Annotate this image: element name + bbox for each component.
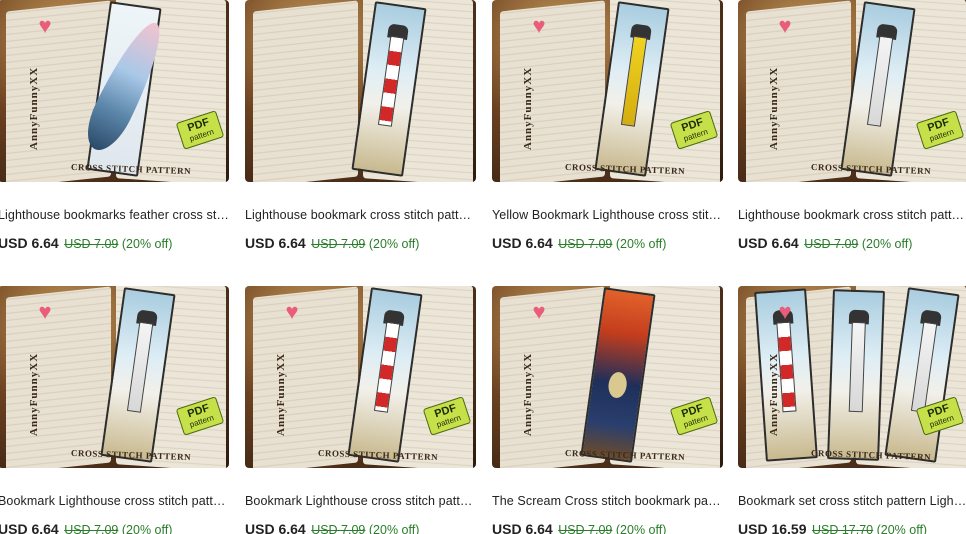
current-price: USD 6.64 <box>245 521 306 534</box>
original-price: USD 7.09 <box>311 523 366 534</box>
lighthouse-tower <box>377 35 405 127</box>
listing-card[interactable]: AnnyFunnyXX CROSS STITCH PATTERN ♥ PDF patte… <box>738 0 966 251</box>
listing-title[interactable]: Lighthouse bookmarks feather cross stitc… <box>0 208 229 222</box>
listing-title[interactable]: The Scream Cross stitch bookmark pattern <box>492 494 723 508</box>
current-price: USD 6.64 <box>738 235 799 251</box>
listing-thumbnail[interactable]: AnnyFunnyXX CROSS STITCH PATTERN ♥ PDF patte… <box>738 286 966 468</box>
heart-logo-icon: ♥ <box>532 299 546 324</box>
original-price: USD 7.09 <box>558 237 613 251</box>
discount-percent: (20% off) <box>368 523 420 534</box>
listing-thumbnail[interactable]: AnnyFunnyXX CROSS STITCH PATTERN ♥ PDF patte… <box>245 286 476 468</box>
listing-thumbnail[interactable]: AnnyFunnyXX CROSS STITCH PATTERN ♥ PDF patte… <box>0 0 229 182</box>
brand-watermark: AnnyFunnyXX <box>768 66 780 150</box>
discount-percent: (20% off) <box>121 523 173 534</box>
listing-title[interactable]: Lighthouse bookmark cross stitch pattern <box>245 208 476 222</box>
price-row: USD 6.64 USD 7.09 (20% off) <box>245 235 476 251</box>
price-row: USD 6.64 USD 7.09 (20% off) <box>245 521 476 534</box>
current-price: USD 6.64 <box>0 235 59 251</box>
current-price: USD 6.64 <box>0 521 59 534</box>
discount-percent: (20% off) <box>368 237 420 251</box>
original-price: USD 7.09 <box>804 237 859 251</box>
heart-logo-icon: ♥ <box>38 13 52 38</box>
brand-watermark: AnnyFunnyXX <box>28 352 40 436</box>
price-row: USD 6.64 USD 7.09 (20% off) <box>492 235 723 251</box>
listing-title[interactable]: Bookmark Lighthouse cross stitch pattern <box>0 494 229 508</box>
listing-card[interactable]: AnnyFunnyXX CROSS STITCH PATTERN ♥ PDF patte… <box>492 0 723 251</box>
listing-title[interactable]: Lighthouse bookmark cross stitch pattern <box>738 208 966 222</box>
brand-watermark: AnnyFunnyXX <box>768 352 780 436</box>
brand-watermark: AnnyFunnyXX <box>522 66 534 150</box>
listing-title[interactable]: Yellow Bookmark Lighthouse cross stitch … <box>492 208 723 222</box>
discount-percent: (20% off) <box>615 237 667 251</box>
brand-watermark: AnnyFunnyXX <box>522 352 534 436</box>
lighthouse-tower <box>126 321 154 413</box>
listing-thumbnail[interactable]: AnnyFunnyXX CROSS STITCH PATTERN ♥ PDF patte… <box>492 286 723 468</box>
listing-thumbnail[interactable] <box>245 0 476 182</box>
current-price: USD 6.64 <box>492 521 553 534</box>
original-price: USD 7.09 <box>311 237 366 251</box>
listing-thumbnail[interactable]: AnnyFunnyXX CROSS STITCH PATTERN ♥ PDF patte… <box>492 0 723 182</box>
book-page-left <box>253 286 358 468</box>
heart-logo-icon: ♥ <box>778 299 792 324</box>
current-price: USD 16.59 <box>738 521 807 534</box>
listing-thumbnail[interactable]: AnnyFunnyXX CROSS STITCH PATTERN ♥ PDF patte… <box>738 0 966 182</box>
discount-percent: (20% off) <box>861 237 913 251</box>
original-price: USD 7.09 <box>64 237 119 251</box>
lighthouse-tower <box>373 321 401 413</box>
listing-card[interactable]: AnnyFunnyXX CROSS STITCH PATTERN ♥ PDF patte… <box>245 286 476 534</box>
original-price: USD 7.09 <box>64 523 119 534</box>
book-page-left <box>500 0 605 182</box>
price-row: USD 6.64 USD 7.09 (20% off) <box>738 235 966 251</box>
discount-percent: (20% off) <box>615 523 667 534</box>
price-row: USD 6.64 USD 7.09 (20% off) <box>0 521 229 534</box>
heart-logo-icon: ♥ <box>38 299 52 324</box>
original-price: USD 7.09 <box>558 523 613 534</box>
heart-logo-icon: ♥ <box>778 13 792 38</box>
book-page-left <box>6 286 111 468</box>
original-price: USD 17.70 <box>811 523 874 534</box>
lighthouse-tower <box>620 35 648 127</box>
heart-logo-icon: ♥ <box>532 13 546 38</box>
bookmark-artwork <box>827 289 885 461</box>
lighthouse-tower <box>866 35 894 127</box>
listing-card[interactable]: AnnyFunnyXX CROSS STITCH PATTERN ♥ PDF patte… <box>0 286 229 534</box>
lighthouse-tower <box>848 321 866 413</box>
listing-card[interactable]: AnnyFunnyXX CROSS STITCH PATTERN ♥ PDF patte… <box>0 0 229 251</box>
listing-title[interactable]: Bookmark set cross stitch pattern Lighth… <box>738 494 966 508</box>
scream-face <box>606 370 629 400</box>
listing-thumbnail[interactable]: AnnyFunnyXX CROSS STITCH PATTERN ♥ PDF patte… <box>0 286 229 468</box>
listing-card[interactable]: AnnyFunnyXX CROSS STITCH PATTERN ♥ PDF patte… <box>738 286 966 534</box>
price-row: USD 6.64 USD 7.09 (20% off) <box>492 521 723 534</box>
brand-watermark: AnnyFunnyXX <box>28 66 40 150</box>
discount-percent: (20% off) <box>121 237 173 251</box>
discount-percent: (20% off) <box>876 523 928 534</box>
price-row: USD 6.64 USD 7.09 (20% off) <box>0 235 229 251</box>
listing-card[interactable]: AnnyFunnyXX CROSS STITCH PATTERN ♥ PDF patte… <box>492 286 723 534</box>
lighthouse-tower <box>910 321 938 413</box>
current-price: USD 6.64 <box>245 235 306 251</box>
listing-title[interactable]: Bookmark Lighthouse cross stitch pattern <box>245 494 476 508</box>
book-page-left <box>253 0 358 182</box>
price-row: USD 16.59 USD 17.70 (20% off) <box>738 521 966 534</box>
heart-logo-icon: ♥ <box>285 299 299 324</box>
current-price: USD 6.64 <box>492 235 553 251</box>
listing-card[interactable]: Lighthouse bookmark cross stitch pattern… <box>245 0 476 251</box>
brand-watermark: AnnyFunnyXX <box>275 352 287 436</box>
book-page-left <box>746 0 851 182</box>
